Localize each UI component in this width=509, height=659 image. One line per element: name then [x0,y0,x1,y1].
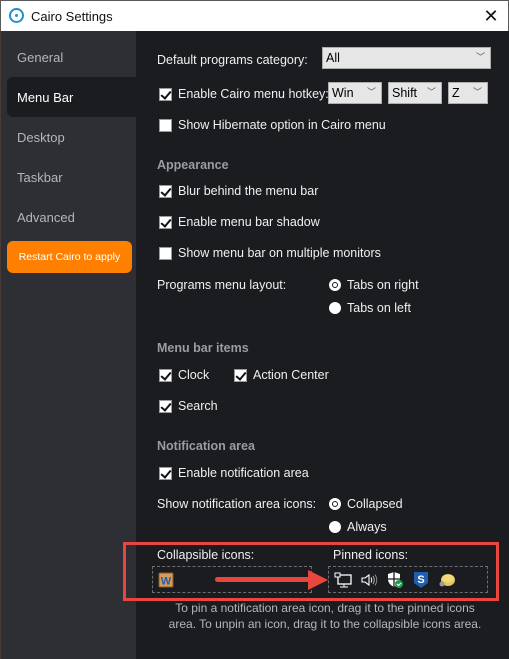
collapsed-radio[interactable]: Collapsed [329,497,403,511]
appearance-heading: Appearance [157,158,229,172]
svg-text:W: W [161,575,172,587]
chevron-down-icon: ﹀ [475,52,485,63]
tabs-left-radio[interactable]: Tabs on left [329,301,411,315]
notification-area-heading: Notification area [157,439,255,453]
windows-security-icon[interactable] [386,571,404,589]
checkbox-box [159,184,172,198]
usb-drive-icon[interactable] [438,571,456,589]
sidebar-item-advanced[interactable]: Advanced [7,197,137,237]
chevron-down-icon: ﹀ [366,87,376,98]
word-icon[interactable]: W [157,571,175,589]
hotkey-label: Enable Cairo menu hotkey: [178,87,329,101]
checkbox-box [159,246,172,260]
sophos-icon[interactable]: S [412,571,430,589]
search-checkbox[interactable]: Search [159,399,218,413]
title-bar: Cairo Settings ✕ [0,0,509,31]
network-icon[interactable] [334,571,352,589]
modifier1-value: Win [332,86,354,100]
action-center-label: Action Center [253,368,329,382]
multi-monitor-label: Show menu bar on multiple monitors [178,246,381,260]
checkbox-box [159,368,172,382]
search-label: Search [178,399,218,413]
clock-checkbox[interactable]: Clock [159,368,209,382]
always-radio[interactable]: Always [329,520,387,534]
menu-bar-items-heading: Menu bar items [157,341,249,355]
checkbox-box [159,466,172,480]
blur-checkbox[interactable]: Blur behind the menu bar [159,184,318,198]
arrow-head-icon [308,570,328,590]
show-icons-label: Show notification area icons: [157,497,317,511]
drag-arrow-icon [215,577,310,582]
enable-notification-checkbox[interactable]: Enable notification area [159,466,309,480]
window-title: Cairo Settings [31,9,113,24]
enable-notification-label: Enable notification area [178,466,309,480]
collapsible-icons-label: Collapsible icons: [157,548,255,562]
collapsed-label: Collapsed [347,497,403,511]
radio-dot [329,279,341,291]
default-programs-value: All [326,51,340,65]
radio-dot [329,302,341,314]
checkbox-box [234,368,247,382]
close-icon: ✕ [483,5,499,26]
sidebar: General Menu Bar Desktop Taskbar Advance… [0,31,137,659]
restart-cairo-button[interactable]: Restart Cairo to apply [7,241,132,273]
shadow-label: Enable menu bar shadow [178,215,320,229]
hotkey-key-select[interactable]: Z ﹀ [448,82,488,104]
radio-dot [329,498,341,510]
clock-label: Clock [178,368,210,382]
cairo-logo-icon [9,8,24,23]
help-text: To pin a notification area icon, drag it… [168,601,482,631]
shadow-checkbox[interactable]: Enable menu bar shadow [159,215,320,229]
hibernate-checkbox[interactable]: Show Hibernate option in Cairo menu [159,118,386,132]
hotkey-modifier1-select[interactable]: Win ﹀ [328,82,382,104]
close-button[interactable]: ✕ [474,1,508,31]
checkbox-box [159,215,172,229]
default-programs-label: Default programs category: [157,53,308,67]
checkbox-box [159,87,172,101]
hotkey-checkbox[interactable]: Enable Cairo menu hotkey: [159,87,329,101]
pinned-icons-label: Pinned icons: [333,548,409,562]
action-center-checkbox[interactable]: Action Center [234,368,329,382]
radio-dot [329,521,341,533]
checkbox-box [159,118,172,132]
sidebar-item-general[interactable]: General [7,37,137,77]
modifier2-value: Shift [392,86,418,100]
multi-monitor-checkbox[interactable]: Show menu bar on multiple monitors [159,246,381,260]
checkbox-box [159,399,172,413]
default-programs-select[interactable]: All ﹀ [322,47,491,69]
tabs-right-label: Tabs on right [347,278,419,292]
tabs-left-label: Tabs on left [347,301,411,315]
hibernate-label: Show Hibernate option in Cairo menu [178,118,386,132]
sidebar-item-desktop[interactable]: Desktop [7,117,137,157]
blur-label: Blur behind the menu bar [178,184,319,198]
key-value: Z [452,86,460,100]
always-label: Always [347,520,387,534]
chevron-down-icon: ﹀ [472,87,482,98]
volume-icon[interactable] [360,571,378,589]
programs-layout-label: Programs menu layout: [157,278,287,292]
svg-text:S: S [417,574,424,586]
sidebar-item-taskbar[interactable]: Taskbar [7,157,137,197]
sidebar-item-menu-bar[interactable]: Menu Bar [7,77,137,117]
tabs-right-radio[interactable]: Tabs on right [329,278,419,292]
pinned-icons-area[interactable]: S [328,566,488,593]
chevron-down-icon: ﹀ [426,87,436,98]
hotkey-modifier2-select[interactable]: Shift ﹀ [388,82,442,104]
